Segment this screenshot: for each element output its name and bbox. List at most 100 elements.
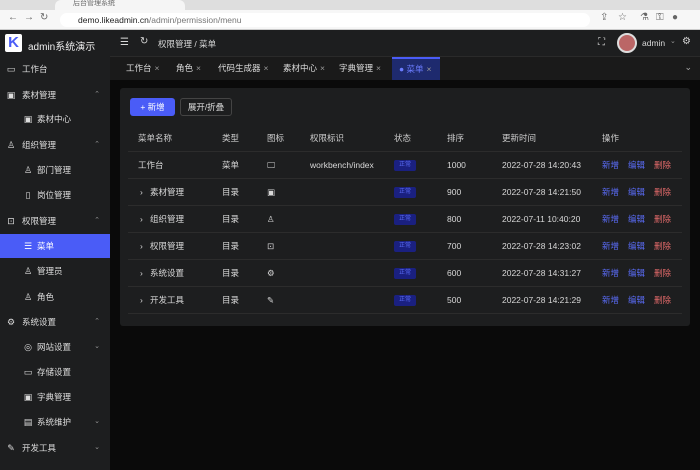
edit-link[interactable]: 编辑 xyxy=(628,152,645,178)
sidebar-item[interactable]: ♙ 组织管理 ⌃ xyxy=(0,133,110,157)
delete-link[interactable]: 删除 xyxy=(654,179,671,205)
close-icon[interactable]: × xyxy=(427,64,432,74)
add-link[interactable]: 新增 xyxy=(602,206,619,232)
expand-icon[interactable]: › xyxy=(140,179,143,205)
role-icon: ♙ xyxy=(23,292,33,302)
chevron-down-icon[interactable]: ⌄ xyxy=(94,436,100,460)
chevron-down-icon[interactable]: ⌄ xyxy=(670,37,676,45)
chevron-down-icon[interactable]: ⌄ xyxy=(94,335,100,359)
add-link[interactable]: 新增 xyxy=(602,179,619,205)
star-icon[interactable]: ☆ xyxy=(618,12,627,23)
avatar[interactable] xyxy=(617,33,637,53)
menu-fold-icon[interactable]: ☰ xyxy=(120,37,129,48)
status-badge: 正常 xyxy=(394,160,417,171)
chevron-up-icon[interactable]: ⌃ xyxy=(94,310,100,334)
table-row: › 开发工具 目录 ✎ 正常 500 2022-07-28 14:21:29 新增 编辑 删除 xyxy=(128,287,682,314)
sidebar-item[interactable]: ✎ 开发工具 ⌄ xyxy=(0,436,110,460)
sidebar-item-label: 角色 xyxy=(37,292,55,302)
fullscreen-icon[interactable]: ⛶ xyxy=(598,37,605,48)
sidebar-item[interactable]: ▣ 字典管理 xyxy=(0,385,110,409)
sidebar-item[interactable]: ☰ 菜单 xyxy=(0,234,110,258)
share-icon[interactable]: ⇪ xyxy=(600,12,608,23)
chevron-down-icon[interactable]: ⌄ xyxy=(684,62,692,73)
update-time: 2022-07-28 14:21:50 xyxy=(502,187,581,197)
tabs-bar: 工作台 × 角色 × 代码生成器 × 素材中心 × 字典管理 × ● 菜单 × ⌄ xyxy=(110,57,700,80)
close-icon[interactable]: × xyxy=(155,63,160,73)
back-icon[interactable]: ← xyxy=(8,12,18,23)
tab-label: 工作台 xyxy=(126,63,152,73)
delete-link[interactable]: 删除 xyxy=(654,260,671,286)
add-button[interactable]: + 新增 xyxy=(130,98,175,116)
breadcrumb-item[interactable]: 权限管理 xyxy=(158,39,192,49)
close-icon[interactable]: × xyxy=(264,63,269,73)
close-icon[interactable]: × xyxy=(320,63,325,73)
sidebar-item-label: 权限管理 xyxy=(22,216,57,226)
refresh-icon[interactable]: ↻ xyxy=(140,36,148,47)
tab[interactable]: 代码生成器 × xyxy=(218,57,268,80)
sidebar-item[interactable]: ▣ 素材中心 xyxy=(0,107,110,131)
close-icon[interactable]: × xyxy=(196,63,201,73)
sidebar-item[interactable]: ⊡ 权限管理 ⌃ xyxy=(0,209,110,233)
gear-icon[interactable]: ⚙ xyxy=(682,36,691,47)
delete-link[interactable]: 删除 xyxy=(654,206,671,232)
delete-link[interactable]: 删除 xyxy=(654,152,671,178)
add-link[interactable]: 新增 xyxy=(602,233,619,259)
sidebar-item[interactable]: ▣ 素材管理 ⌃ xyxy=(0,83,110,107)
reload-icon[interactable]: ↻ xyxy=(40,12,48,23)
tab[interactable]: 素材中心 × xyxy=(283,57,325,80)
tab[interactable]: 角色 × xyxy=(176,57,201,80)
chevron-up-icon[interactable]: ⌃ xyxy=(94,209,100,233)
sidebar-item[interactable]: ♙ 角色 xyxy=(0,285,110,309)
delete-link[interactable]: 删除 xyxy=(654,233,671,259)
expand-icon[interactable]: › xyxy=(140,287,143,313)
chevron-up-icon[interactable]: ⌃ xyxy=(94,133,100,157)
sidebar-item[interactable]: ♙ 管理员 xyxy=(0,259,110,283)
sidebar: K admin系统演示 ▭ 工作台 ▣ 素材管理 ⌃ ▣ 素材中心 ♙ 组织管理 ⌃ ♙ 部门管理 ▯ 岗… xyxy=(0,30,110,470)
browser-tab[interactable]: 后台管理系统 xyxy=(55,0,185,10)
table-header: 菜单名称 类型 图标 权限标识 状态 排序 更新时间 操作 xyxy=(128,125,682,152)
add-link[interactable]: 新增 xyxy=(602,287,619,313)
sidebar-item[interactable]: ♙ 部门管理 xyxy=(0,158,110,182)
table-row: › 素材管理 目录 ▣ 正常 900 2022-07-28 14:21:50 新增 编辑 删除 xyxy=(128,179,682,206)
sidebar-item-label: 工作台 xyxy=(22,64,48,74)
tab[interactable]: 工作台 × xyxy=(126,57,159,80)
expand-collapse-button[interactable]: 展开/折叠 xyxy=(180,98,232,116)
sort-value: 600 xyxy=(447,268,462,278)
add-link[interactable]: 新增 xyxy=(602,260,619,286)
delete-link[interactable]: 删除 xyxy=(654,287,671,313)
expand-icon[interactable]: › xyxy=(140,206,143,232)
sidebar-item-label: 管理员 xyxy=(37,266,63,276)
sidebar-item[interactable]: ▤ 系统维护 ⌄ xyxy=(0,410,110,434)
edit-link[interactable]: 编辑 xyxy=(628,233,645,259)
sidebar-item[interactable]: ▭ 存储设置 xyxy=(0,360,110,384)
pen-icon: ✎ xyxy=(7,443,15,453)
edit-link[interactable]: 编辑 xyxy=(628,287,645,313)
edit-link[interactable]: 编辑 xyxy=(628,179,645,205)
extension-icon[interactable]: ⚗ xyxy=(640,12,649,23)
profile-icon[interactable]: ● xyxy=(672,12,678,23)
sidebar-item[interactable]: ◎ 网站设置 ⌄ xyxy=(0,335,110,359)
key-icon[interactable]: ⚿ xyxy=(656,12,664,23)
menu-type: 目录 xyxy=(222,241,240,251)
user-name[interactable]: admin xyxy=(642,38,665,48)
tab[interactable]: 字典管理 × xyxy=(339,57,381,80)
add-link[interactable]: 新增 xyxy=(602,152,619,178)
expand-icon[interactable]: › xyxy=(140,260,143,286)
sidebar-item[interactable]: ⚙ 系统设置 ⌃ xyxy=(0,310,110,334)
edit-link[interactable]: 编辑 xyxy=(628,260,645,286)
chevron-down-icon[interactable]: ⌄ xyxy=(94,410,100,434)
book-icon: ▣ xyxy=(23,392,33,402)
column-header: 图标 xyxy=(267,133,285,143)
folder-icon: ▭ xyxy=(23,367,33,377)
forward-icon[interactable]: → xyxy=(24,12,34,23)
expand-icon[interactable]: › xyxy=(140,233,143,259)
sidebar-item-label: 组织管理 xyxy=(22,140,57,150)
sidebar-item[interactable]: ▯ 岗位管理 xyxy=(0,183,110,207)
chevron-up-icon[interactable]: ⌃ xyxy=(94,83,100,107)
close-icon[interactable]: × xyxy=(376,63,381,73)
sidebar-item[interactable]: ▭ 工作台 xyxy=(0,57,110,81)
address-bar[interactable]: demo.likeadmin.cn/admin/permission/menu xyxy=(60,13,590,27)
edit-link[interactable]: 编辑 xyxy=(628,206,645,232)
tab[interactable]: ● 菜单 × xyxy=(392,57,440,80)
menu-type: 目录 xyxy=(222,268,240,278)
